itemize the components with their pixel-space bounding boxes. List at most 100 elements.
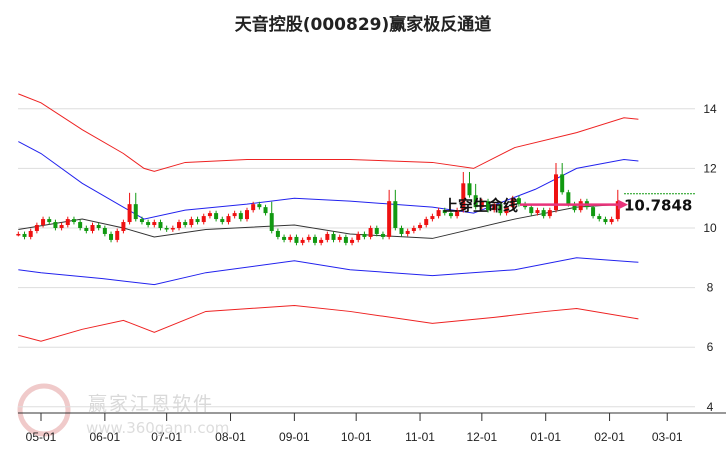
candle-body: [238, 213, 243, 220]
candle-body: [195, 219, 200, 223]
candle-body: [269, 213, 274, 231]
candle-body: [220, 219, 225, 223]
value-label: 10.7848: [624, 197, 692, 215]
candle-body: [387, 201, 392, 237]
candle-body: [541, 210, 546, 217]
x-tick-label: 09-01: [279, 430, 310, 444]
candle-body: [411, 228, 416, 231]
watermark-name: 赢家江恩软件: [88, 393, 215, 415]
series-lower-outer: [18, 304, 639, 342]
candle-body: [319, 239, 324, 243]
candle-body: [164, 228, 169, 230]
candle-body: [294, 236, 299, 243]
y-tick-label: 14: [703, 102, 717, 116]
candle-body: [331, 233, 336, 240]
candle-body: [337, 236, 342, 240]
candle-body: [189, 219, 194, 226]
candle-body: [430, 216, 435, 220]
candle-body: [350, 239, 355, 243]
x-tick-label: 03-01: [652, 430, 683, 444]
candle-body: [325, 233, 330, 240]
candle-body: [380, 233, 385, 237]
candle-body: [152, 222, 157, 226]
series-lower-inner: [18, 257, 639, 286]
candle-body: [84, 228, 89, 231]
chart: 天音控股(000829)赢家极反通道 4 6 8 10 12 14 05-01 06-01 07…: [0, 0, 726, 450]
y-tick-label: 8: [707, 281, 714, 295]
candle-body: [306, 236, 311, 240]
signal-label: 上穿生命线: [443, 197, 518, 215]
candle-body: [207, 213, 212, 217]
candle-body: [288, 236, 293, 240]
candle-body: [158, 222, 163, 228]
candle-body: [257, 204, 262, 208]
candle-body: [300, 239, 305, 243]
x-tick-label: 05-01: [26, 430, 57, 444]
candle-body: [41, 219, 46, 226]
candle-body: [597, 216, 602, 220]
candle-body: [53, 222, 58, 228]
candle-body: [109, 233, 114, 240]
candle-body: [399, 228, 404, 234]
candle-body: [560, 174, 565, 193]
candle-body: [424, 219, 429, 226]
candle-body: [275, 230, 280, 237]
candle-body: [47, 219, 52, 223]
y-tick-label: 10: [703, 221, 717, 235]
candle-body: [78, 222, 83, 228]
candle-body: [121, 222, 126, 231]
candle-body: [436, 210, 441, 217]
candle-body: [170, 228, 175, 230]
candle-body: [312, 236, 317, 243]
candle-body: [393, 201, 398, 228]
candle-body: [418, 225, 423, 228]
x-tick-label: 12-01: [466, 430, 497, 444]
y-tick-label: 4: [707, 400, 714, 414]
candle-body: [133, 204, 138, 220]
watermark-seal: [17, 383, 71, 437]
candle-body: [183, 222, 188, 226]
watermark-url: www.360gann.com: [86, 419, 230, 437]
candle-body: [356, 233, 361, 240]
candle-body: [547, 210, 552, 217]
plot-area: 46810121405-01 06-01 07-01 08-01 09-01 10-01 1…: [16, 93, 726, 444]
candle-body: [368, 228, 373, 237]
candle-body: [65, 219, 70, 226]
x-tick-label: 02-01: [594, 430, 625, 444]
candle-body: [343, 236, 348, 243]
candle-body: [59, 225, 64, 228]
candle-body: [127, 204, 132, 223]
candle-body: [263, 207, 268, 214]
x-tick-label: 11-01: [405, 430, 435, 444]
candle-body: [115, 230, 120, 240]
candle-body: [467, 183, 472, 196]
candle-body: [139, 219, 144, 223]
candle-body: [566, 192, 571, 205]
candle-body: [102, 228, 107, 234]
candle-body: [245, 210, 249, 220]
candle-body: [201, 216, 206, 223]
y-tick-label: 12: [703, 161, 717, 175]
y-tick-label: 6: [707, 340, 714, 354]
candle-body: [362, 233, 367, 237]
candle-body: [96, 225, 101, 228]
candle-body: [90, 225, 95, 231]
candle-body: [22, 233, 27, 237]
x-tick-label: 01-01: [530, 430, 561, 444]
candle-body: [177, 222, 182, 228]
candle-body: [609, 219, 614, 223]
x-tick-label: 10-01: [341, 430, 372, 444]
candle-body: [232, 213, 237, 217]
candle-body: [603, 219, 608, 223]
candle-body: [535, 210, 540, 214]
candle-body: [282, 236, 287, 240]
candle-body: [146, 222, 151, 226]
candle-body: [16, 233, 21, 236]
series-upper-inner: [18, 141, 639, 220]
candle-body: [591, 207, 596, 217]
candle-body: [374, 228, 379, 234]
candle-body: [214, 213, 219, 220]
candle-body: [251, 204, 256, 211]
candle-body: [405, 230, 410, 234]
candle-body: [28, 230, 33, 237]
